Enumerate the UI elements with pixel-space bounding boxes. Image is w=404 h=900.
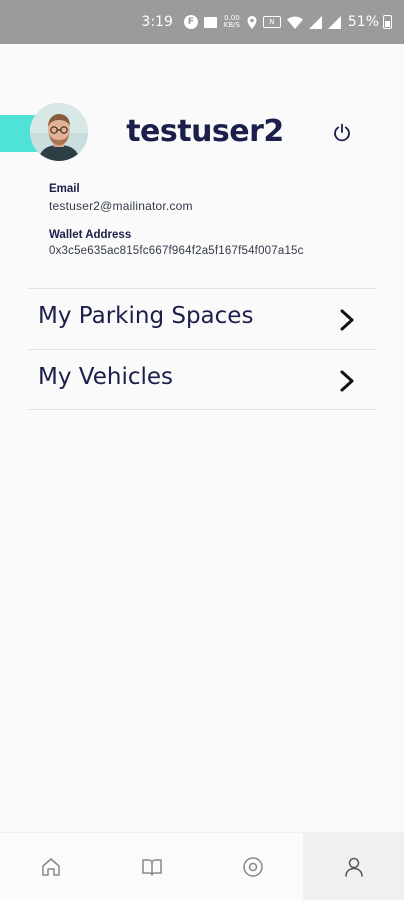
battery-percent: 51% — [347, 14, 379, 30]
email-value: testuser2@mailinator.com — [49, 199, 193, 213]
wallet-label: Wallet Address — [49, 229, 132, 241]
location-icon — [247, 15, 257, 29]
app-screen: 3:19 F 0.00 KB/S N 51% testuser2 Email t… — [0, 0, 404, 900]
signal-icon — [308, 15, 322, 29]
profile-menu: My Parking Spaces My Vehicles — [28, 288, 376, 410]
email-label: Email — [49, 183, 80, 195]
target-icon — [242, 856, 263, 877]
f-badge-icon: F — [183, 15, 198, 29]
menu-item-vehicles[interactable]: My Vehicles — [28, 349, 376, 410]
book-icon — [141, 858, 162, 876]
gallery-icon — [203, 16, 217, 28]
wallet-value: 0x3c5e635ac815fc667f964f2a5f167f54f007a1… — [49, 245, 304, 257]
nav-book[interactable] — [101, 833, 202, 900]
avatar[interactable] — [30, 103, 88, 161]
menu-item-label: My Vehicles — [38, 363, 174, 390]
battery-icon — [383, 15, 392, 29]
menu-item-parking-spaces[interactable]: My Parking Spaces — [28, 288, 376, 349]
nfc-icon: N — [262, 16, 281, 28]
menu-item-label: My Parking Spaces — [38, 303, 254, 329]
signal-icon — [327, 15, 341, 29]
power-icon[interactable] — [330, 121, 354, 145]
bottom-nav — [0, 832, 404, 900]
data-speed-icon: 0.00 KB/S — [223, 14, 240, 29]
user-icon — [344, 857, 363, 877]
nav-profile[interactable] — [303, 833, 404, 900]
chevron-right-icon — [340, 309, 354, 331]
status-time: 3:19 — [141, 14, 173, 30]
chevron-right-icon — [340, 370, 354, 392]
username: testuser2 — [126, 114, 284, 149]
nav-home[interactable] — [0, 833, 101, 900]
wifi-icon — [286, 16, 303, 29]
home-icon — [41, 857, 60, 876]
status-bar: 3:19 F 0.00 KB/S N 51% — [0, 0, 404, 44]
nav-target[interactable] — [202, 833, 303, 900]
